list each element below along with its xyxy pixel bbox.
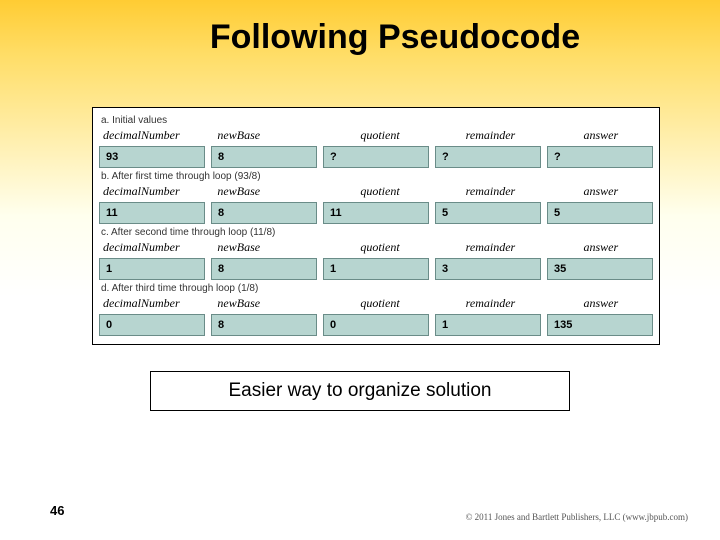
cell-newbase: 8 [211, 202, 317, 224]
cell-remainder: 1 [435, 314, 541, 336]
cell-newbase: 8 [211, 146, 317, 168]
cell-remainder: 5 [435, 202, 541, 224]
cell-quotient: ? [323, 146, 429, 168]
value-row: 11 8 11 5 5 [99, 202, 653, 224]
header-row: decimalNumber newBase quotient remainder… [99, 239, 653, 256]
slide-title: Following Pseudocode [0, 0, 720, 57]
cell-newbase: 8 [211, 314, 317, 336]
copyright-notice: © 2011 Jones and Bartlett Publishers, LL… [466, 512, 688, 522]
cell-quotient: 0 [323, 314, 429, 336]
cell-decimalnumber: 1 [99, 258, 205, 280]
cell-answer: 35 [547, 258, 653, 280]
col-quotient-header: quotient [328, 127, 432, 144]
trace-table-figure: a. Initial values decimalNumber newBase … [92, 107, 660, 345]
cell-decimalnumber: 11 [99, 202, 205, 224]
col-quotient-header: quotient [328, 239, 432, 256]
col-remainder-header: remainder [438, 127, 542, 144]
cell-newbase: 8 [211, 258, 317, 280]
section-b-label: b. After first time through loop (93/8) [101, 171, 653, 182]
col-newbase-header: newBase [213, 183, 321, 200]
page-number: 46 [50, 503, 64, 518]
header-row: decimalNumber newBase quotient remainder… [99, 295, 653, 312]
col-newbase-header: newBase [213, 239, 321, 256]
col-answer-header: answer [549, 295, 653, 312]
header-row: decimalNumber newBase quotient remainder… [99, 183, 653, 200]
col-answer-header: answer [549, 183, 653, 200]
col-newbase-header: newBase [213, 127, 321, 144]
col-remainder-header: remainder [438, 295, 542, 312]
section-c-label: c. After second time through loop (11/8) [101, 227, 653, 238]
col-decimalnumber-header: decimalNumber [99, 295, 207, 312]
value-row: 1 8 1 3 35 [99, 258, 653, 280]
value-row: 93 8 ? ? ? [99, 146, 653, 168]
col-decimalnumber-header: decimalNumber [99, 239, 207, 256]
header-row: decimalNumber newBase quotient remainder… [99, 127, 653, 144]
caption-box: Easier way to organize solution [150, 371, 570, 411]
cell-decimalnumber: 93 [99, 146, 205, 168]
cell-remainder: ? [435, 146, 541, 168]
section-a-label: a. Initial values [101, 115, 653, 126]
cell-remainder: 3 [435, 258, 541, 280]
col-newbase-header: newBase [213, 295, 321, 312]
cell-answer: 135 [547, 314, 653, 336]
col-decimalnumber-header: decimalNumber [99, 127, 207, 144]
cell-answer: 5 [547, 202, 653, 224]
value-row: 0 8 0 1 135 [99, 314, 653, 336]
col-answer-header: answer [549, 239, 653, 256]
col-quotient-header: quotient [328, 295, 432, 312]
col-remainder-header: remainder [438, 183, 542, 200]
col-quotient-header: quotient [328, 183, 432, 200]
col-remainder-header: remainder [438, 239, 542, 256]
col-decimalnumber-header: decimalNumber [99, 183, 207, 200]
cell-quotient: 11 [323, 202, 429, 224]
section-d-label: d. After third time through loop (1/8) [101, 283, 653, 294]
cell-quotient: 1 [323, 258, 429, 280]
cell-decimalnumber: 0 [99, 314, 205, 336]
cell-answer: ? [547, 146, 653, 168]
col-answer-header: answer [549, 127, 653, 144]
